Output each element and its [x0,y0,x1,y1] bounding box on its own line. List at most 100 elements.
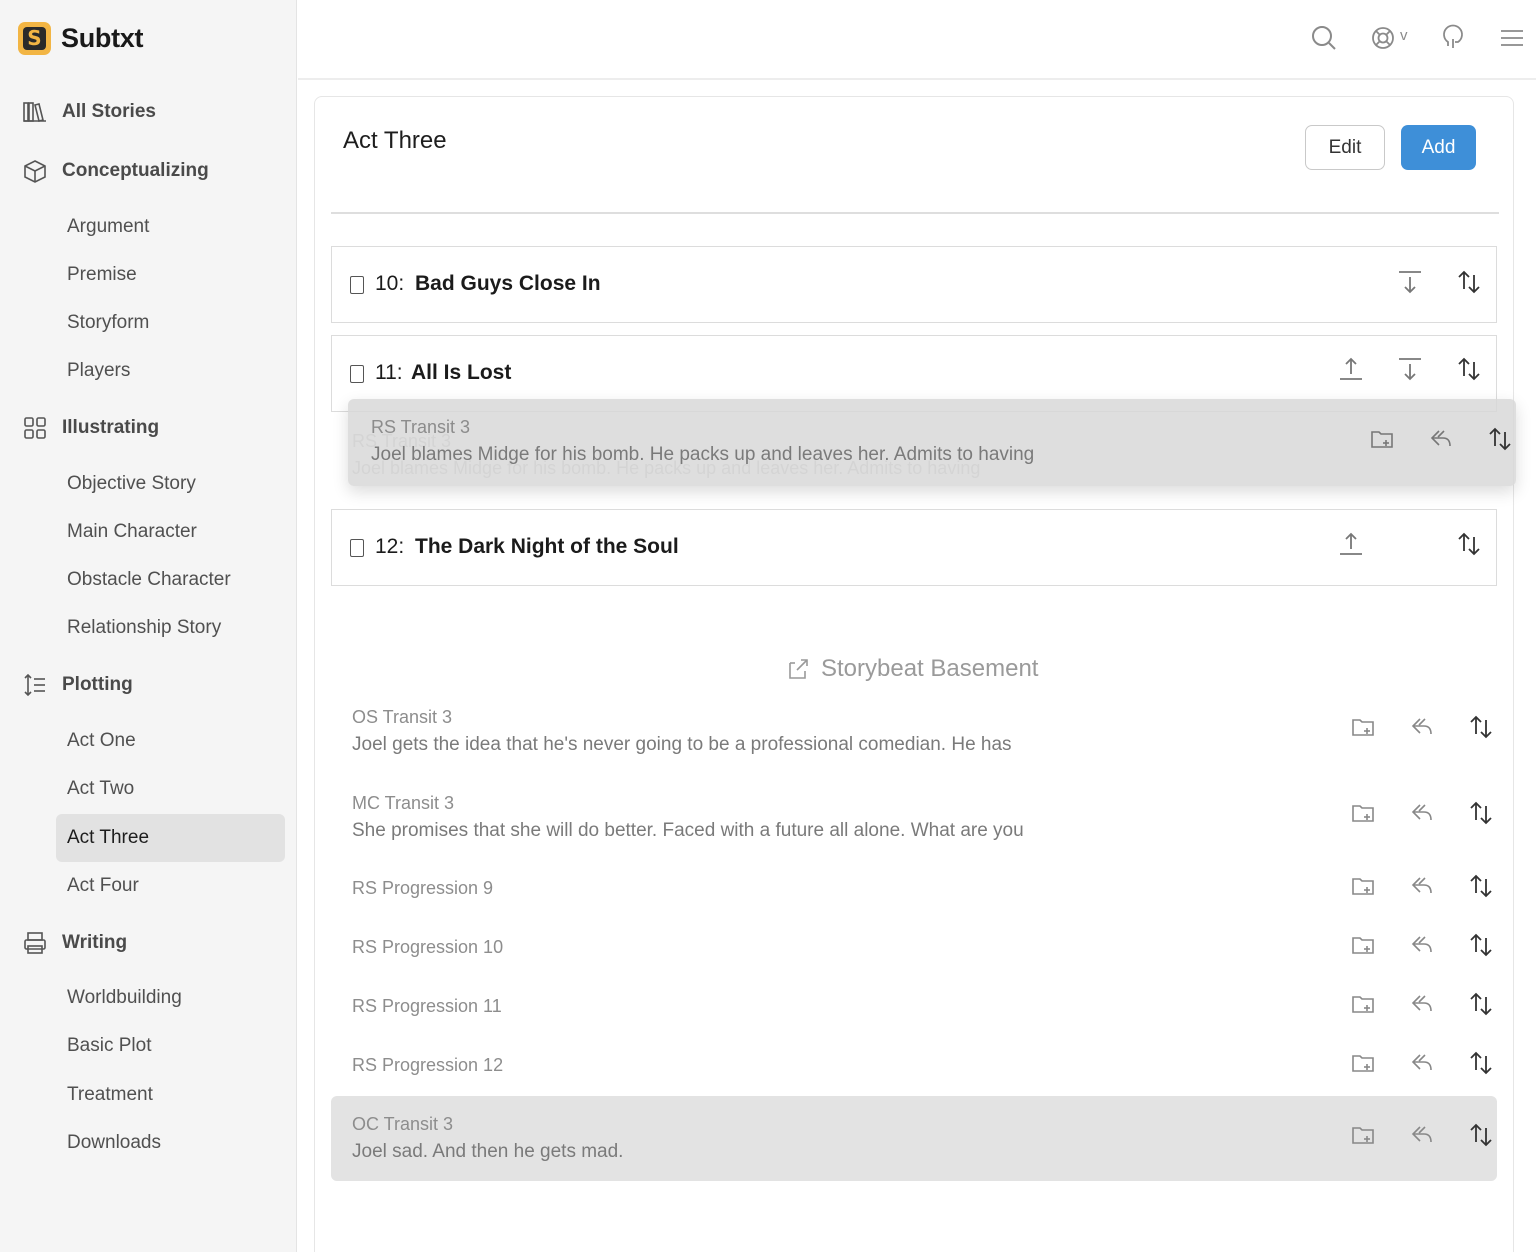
brand[interactable]: S Subtxt [18,22,144,55]
page-title: Act Three [343,127,447,154]
storybeat-row[interactable]: 12: The Dark Night of the Soul [331,509,1497,586]
basement-item[interactable]: RS Progression 12 [331,1049,1497,1079]
basement-item[interactable]: MC Transit 3 She promises that she will … [331,789,1497,855]
arrow-up-from-line-icon [1340,532,1362,555]
sort-arrows-icon [1489,427,1511,451]
folder-plus-icon [1352,937,1374,954]
reorder-button[interactable] [1456,531,1482,557]
assign-folder-button[interactable] [1350,1122,1376,1148]
sidebar-item-argument[interactable]: Argument [56,203,285,251]
reply-icon [1411,718,1432,735]
return-button[interactable] [1409,932,1435,958]
sidebar-item-objective-story[interactable]: Objective Story [56,460,285,508]
basement-item[interactable]: OS Transit 3 Joel gets the idea that he'… [331,703,1497,769]
return-button[interactable] [1409,873,1435,899]
move-up-button[interactable] [1338,531,1364,557]
sort-arrows-icon [1470,715,1492,739]
app-name: Subtxt [61,23,144,53]
beat-checkbox[interactable] [350,365,364,383]
sort-arrows-icon [1470,992,1492,1016]
basement-item[interactable]: OC Transit 3 Joel sad. And then he gets … [331,1096,1497,1181]
sidebar-item-basic-plot[interactable]: Basic Plot [56,1022,285,1070]
sidebar-item-premise[interactable]: Premise [56,251,285,299]
reorder-button[interactable] [1468,800,1494,826]
search-button[interactable] [1310,24,1338,52]
move-down-button[interactable] [1397,356,1423,382]
printer-icon [24,932,46,954]
sidebar-item-act-one[interactable]: Act One [56,717,285,765]
sidebar-item-act-two[interactable]: Act Two [56,765,285,813]
sidebar-item-treatment[interactable]: Treatment [56,1071,285,1119]
assign-folder-button[interactable] [1350,873,1376,899]
sidebar-section-writing[interactable]: Writing [22,928,127,958]
help-menu-button[interactable]: v [1370,24,1412,52]
menu-button[interactable] [1498,24,1526,52]
basement-heading: Storybeat Basement [787,655,1038,683]
reorder-button[interactable] [1487,426,1513,452]
reorder-button[interactable] [1468,1050,1494,1076]
assign-folder-button[interactable] [1350,800,1376,826]
sidebar-item-main-character[interactable]: Main Character [56,508,285,556]
return-button[interactable] [1409,1122,1435,1148]
assign-folder-button[interactable] [1350,932,1376,958]
reorder-button[interactable] [1468,991,1494,1017]
return-button[interactable] [1428,426,1454,452]
folder-plus-icon [1352,805,1374,822]
reply-icon [1411,1054,1432,1071]
library-icon [23,102,46,122]
sidebar-section-all-stories[interactable]: All Stories [22,97,156,127]
basement-item[interactable]: RS Progression 10 [331,931,1497,961]
assign-folder-button[interactable] [1369,426,1395,452]
beat-title: Bad Guys Close In [415,272,601,295]
sidebar-item-storyform[interactable]: Storyform [56,299,285,347]
beat-number: 12: [375,535,405,558]
reorder-button[interactable] [1468,714,1494,740]
sidebar-item-downloads[interactable]: Downloads [56,1119,285,1167]
folder-plus-icon [1352,719,1374,736]
basement-item[interactable]: RS Progression 11 [331,990,1497,1020]
dragging-storybeat[interactable]: RS Transit 3 Joel blames Midge for his b… [348,399,1516,486]
return-button[interactable] [1409,991,1435,1017]
reorder-button[interactable] [1468,1122,1494,1148]
return-button[interactable] [1409,1050,1435,1076]
folder-plus-icon [1352,996,1374,1013]
return-button[interactable] [1409,714,1435,740]
add-button[interactable]: Add [1401,125,1476,170]
reorder-button[interactable] [1468,873,1494,899]
reorder-button[interactable] [1456,356,1482,382]
beat-number: 11: [375,361,403,384]
beat-checkbox[interactable] [350,276,364,294]
beat-checkbox[interactable] [350,539,364,557]
move-down-button[interactable] [1397,269,1423,295]
edit-button[interactable]: Edit [1305,125,1385,170]
storybeat-row[interactable]: 10: Bad Guys Close In [331,246,1497,323]
grid-icon [24,417,46,439]
assign-folder-button[interactable] [1350,714,1376,740]
sidebar-section-conceptualizing[interactable]: Conceptualizing [22,156,209,186]
basement-item[interactable]: RS Progression 9 [331,872,1497,902]
reorder-button[interactable] [1468,932,1494,958]
search-icon [1312,26,1336,50]
sidebar-item-worldbuilding[interactable]: Worldbuilding [56,974,285,1022]
return-button[interactable] [1409,800,1435,826]
feedback-button[interactable] [1439,24,1467,52]
sort-lines-icon [24,673,45,697]
move-up-button[interactable] [1338,356,1364,382]
assign-folder-button[interactable] [1350,1050,1376,1076]
sort-arrows-icon [1458,532,1480,556]
sidebar-item-relationship-story[interactable]: Relationship Story [56,604,285,652]
sort-arrows-icon [1470,874,1492,898]
sort-arrows-icon [1458,357,1480,381]
beat-title: All Is Lost [411,361,512,384]
beat-title: The Dark Night of the Soul [415,535,679,558]
sidebar-section-plotting[interactable]: Plotting [22,670,133,700]
arrow-down-to-line-icon [1399,358,1421,381]
sidebar-item-players[interactable]: Players [56,347,285,395]
sidebar-item-act-three[interactable]: Act Three [56,814,285,862]
sidebar-item-obstacle-character[interactable]: Obstacle Character [56,556,285,604]
feedback-icon [1443,24,1463,48]
sidebar-section-illustrating[interactable]: Illustrating [22,413,159,443]
assign-folder-button[interactable] [1350,991,1376,1017]
reorder-button[interactable] [1456,269,1482,295]
sidebar-item-act-four[interactable]: Act Four [56,862,285,910]
